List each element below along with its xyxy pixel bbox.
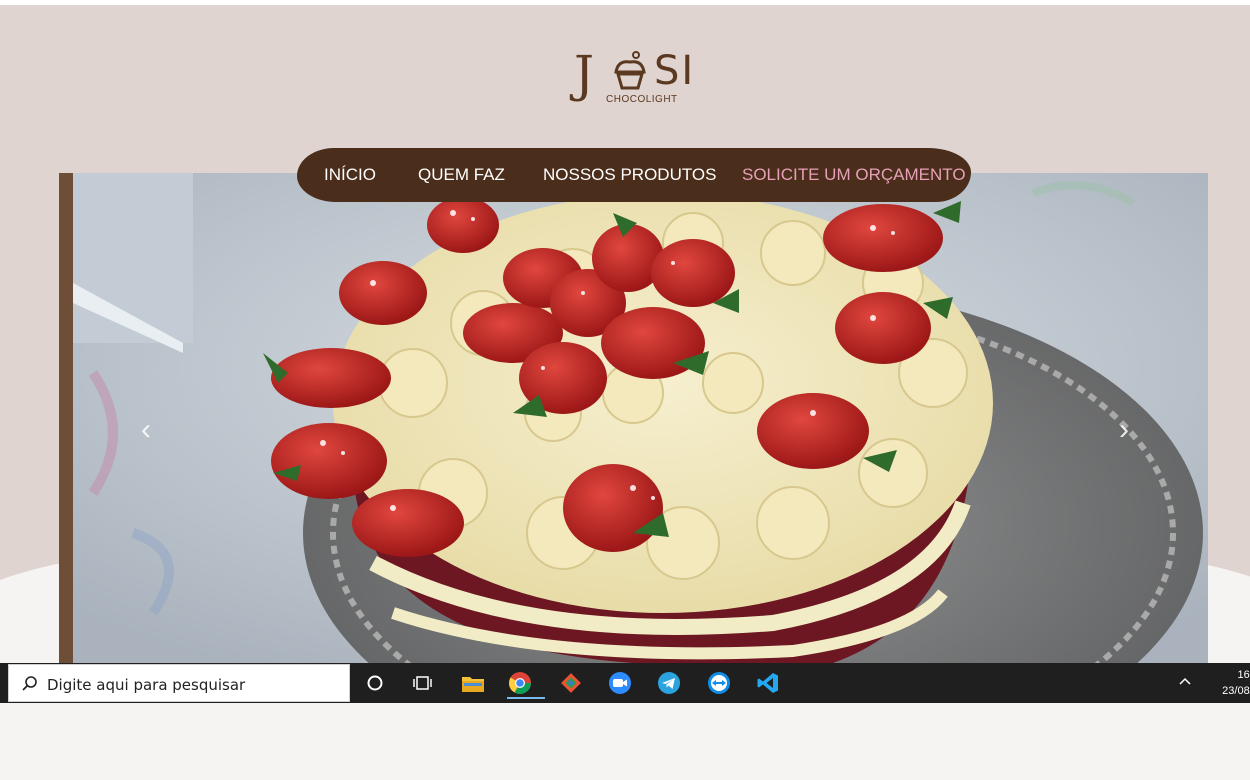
- carousel-next-control[interactable]: ›: [1109, 415, 1139, 445]
- logo-letter-j: J: [574, 45, 595, 103]
- nav-item-inicio[interactable]: INÍCIO: [324, 165, 376, 185]
- clock-time: 16:27: [1237, 669, 1250, 681]
- logo-letters-si: SI: [654, 48, 696, 94]
- file-explorer-icon[interactable]: [456, 667, 490, 699]
- hero-carousel[interactable]: ‹ ›: [59, 173, 1208, 663]
- active-app-indicator: [507, 697, 545, 699]
- search-icon: [22, 676, 37, 691]
- teamviewer-icon[interactable]: [702, 667, 736, 699]
- cortana-icon[interactable]: [358, 667, 392, 699]
- vscode-icon[interactable]: [751, 667, 785, 699]
- search-placeholder: Digite aqui para pesquisar: [47, 676, 246, 694]
- main-navigation: INÍCIO QUEM FAZ NOSSOS PRODUTOS SOLICITE…: [297, 148, 971, 202]
- chrome-icon[interactable]: [503, 667, 545, 699]
- windows-taskbar: Digite aqui para pesquisar 16:27 23/08/2…: [0, 663, 1250, 703]
- previous-slide-edge: [59, 173, 73, 663]
- zoom-icon[interactable]: [603, 667, 637, 699]
- task-view-icon[interactable]: [406, 667, 440, 699]
- top-strip: [0, 0, 1250, 5]
- taskbar-search-box[interactable]: Digite aqui para pesquisar: [8, 664, 350, 702]
- taskbar-clock[interactable]: 16:27 23/08/20: [1205, 667, 1250, 699]
- show-hidden-icons-chevron-icon[interactable]: [1178, 675, 1192, 694]
- brand-logo[interactable]: J SI CHOCOLIGHT: [572, 44, 696, 110]
- nav-item-quem-faz[interactable]: QUEM FAZ: [418, 165, 505, 185]
- git-icon[interactable]: [554, 667, 588, 699]
- nav-item-solicite-orcamento[interactable]: SOLICITE UM ORÇAMENTO: [742, 165, 966, 185]
- logo-subtitle: CHOCOLIGHT: [606, 94, 678, 105]
- carousel-prev-control[interactable]: ‹: [131, 415, 161, 445]
- cake-photo: [73, 173, 1208, 663]
- cupcake-icon: [614, 51, 646, 90]
- telegram-icon[interactable]: [652, 667, 686, 699]
- clock-date: 23/08/20: [1222, 685, 1250, 697]
- nav-item-nossos-produtos[interactable]: NOSSOS PRODUTOS: [543, 165, 717, 185]
